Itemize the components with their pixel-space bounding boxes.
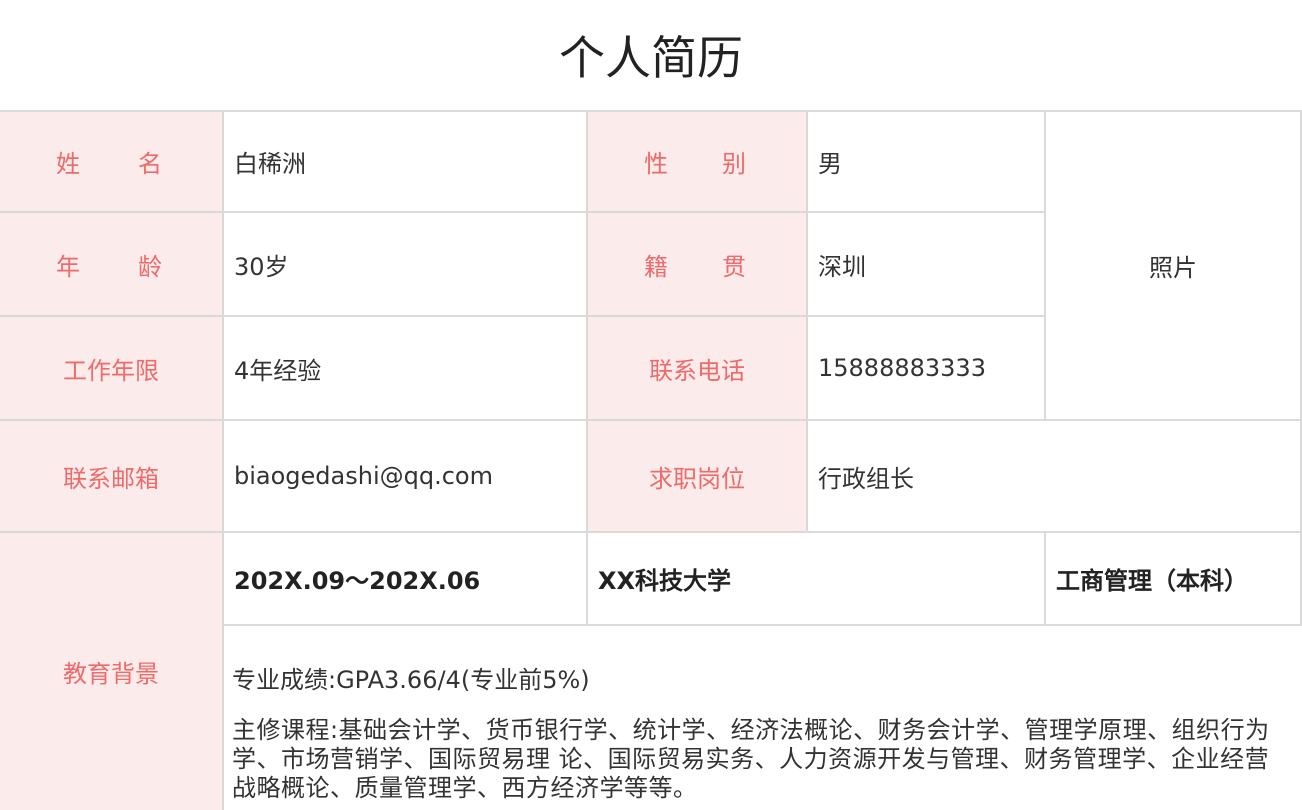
value-gender: 男 — [808, 110, 1046, 213]
value-phone: 15888883333 — [808, 317, 1046, 421]
label-name-char-1: 姓 — [56, 150, 80, 178]
label-origin-char-1: 籍 — [644, 252, 668, 281]
value-origin: 深圳 — [808, 213, 1046, 317]
value-email: biaogedashi@qq.com — [224, 421, 588, 533]
label-gender-char-1: 性 — [644, 150, 668, 178]
label-phone: 联系电话 — [588, 317, 808, 421]
education-period: 202X.09～202X.06 — [224, 533, 588, 626]
resume-title: 个人简历 — [559, 31, 743, 85]
label-name: 姓 名 — [0, 110, 224, 213]
education-score: 专业成绩:GPA3.66/4(专业前5%) — [232, 666, 590, 694]
value-work-years: 4年经验 — [224, 317, 588, 421]
label-origin-char-2: 贯 — [722, 252, 746, 281]
label-email: 联系邮箱 — [0, 421, 224, 533]
label-position: 求职岗位 — [588, 421, 808, 533]
photo-placeholder: 照片 — [1046, 110, 1302, 421]
label-age-char-1: 年 — [56, 252, 80, 281]
education-major: 工商管理（本科） — [1046, 533, 1302, 626]
value-name: 白稀洲 — [224, 110, 588, 213]
label-origin: 籍 贯 — [588, 213, 808, 317]
label-gender-char-2: 别 — [722, 150, 746, 178]
label-gender: 性 别 — [588, 110, 808, 213]
label-age-char-2: 龄 — [138, 252, 162, 281]
education-school: XX科技大学 — [588, 533, 1046, 626]
label-name-char-2: 名 — [138, 150, 162, 178]
label-work-years: 工作年限 — [0, 317, 224, 421]
education-courses: 主修课程:基础会计学、货币银行学、统计学、经济法概论、财务会计学、管理学原理、组… — [232, 716, 1270, 802]
education-details: 专业成绩:GPA3.66/4(专业前5%) 主修课程:基础会计学、货币银行学、统… — [224, 626, 1302, 810]
value-position: 行政组长 — [808, 421, 1302, 533]
label-age: 年 龄 — [0, 213, 224, 317]
value-age: 30岁 — [224, 213, 588, 317]
label-education: 教育背景 — [0, 533, 224, 810]
